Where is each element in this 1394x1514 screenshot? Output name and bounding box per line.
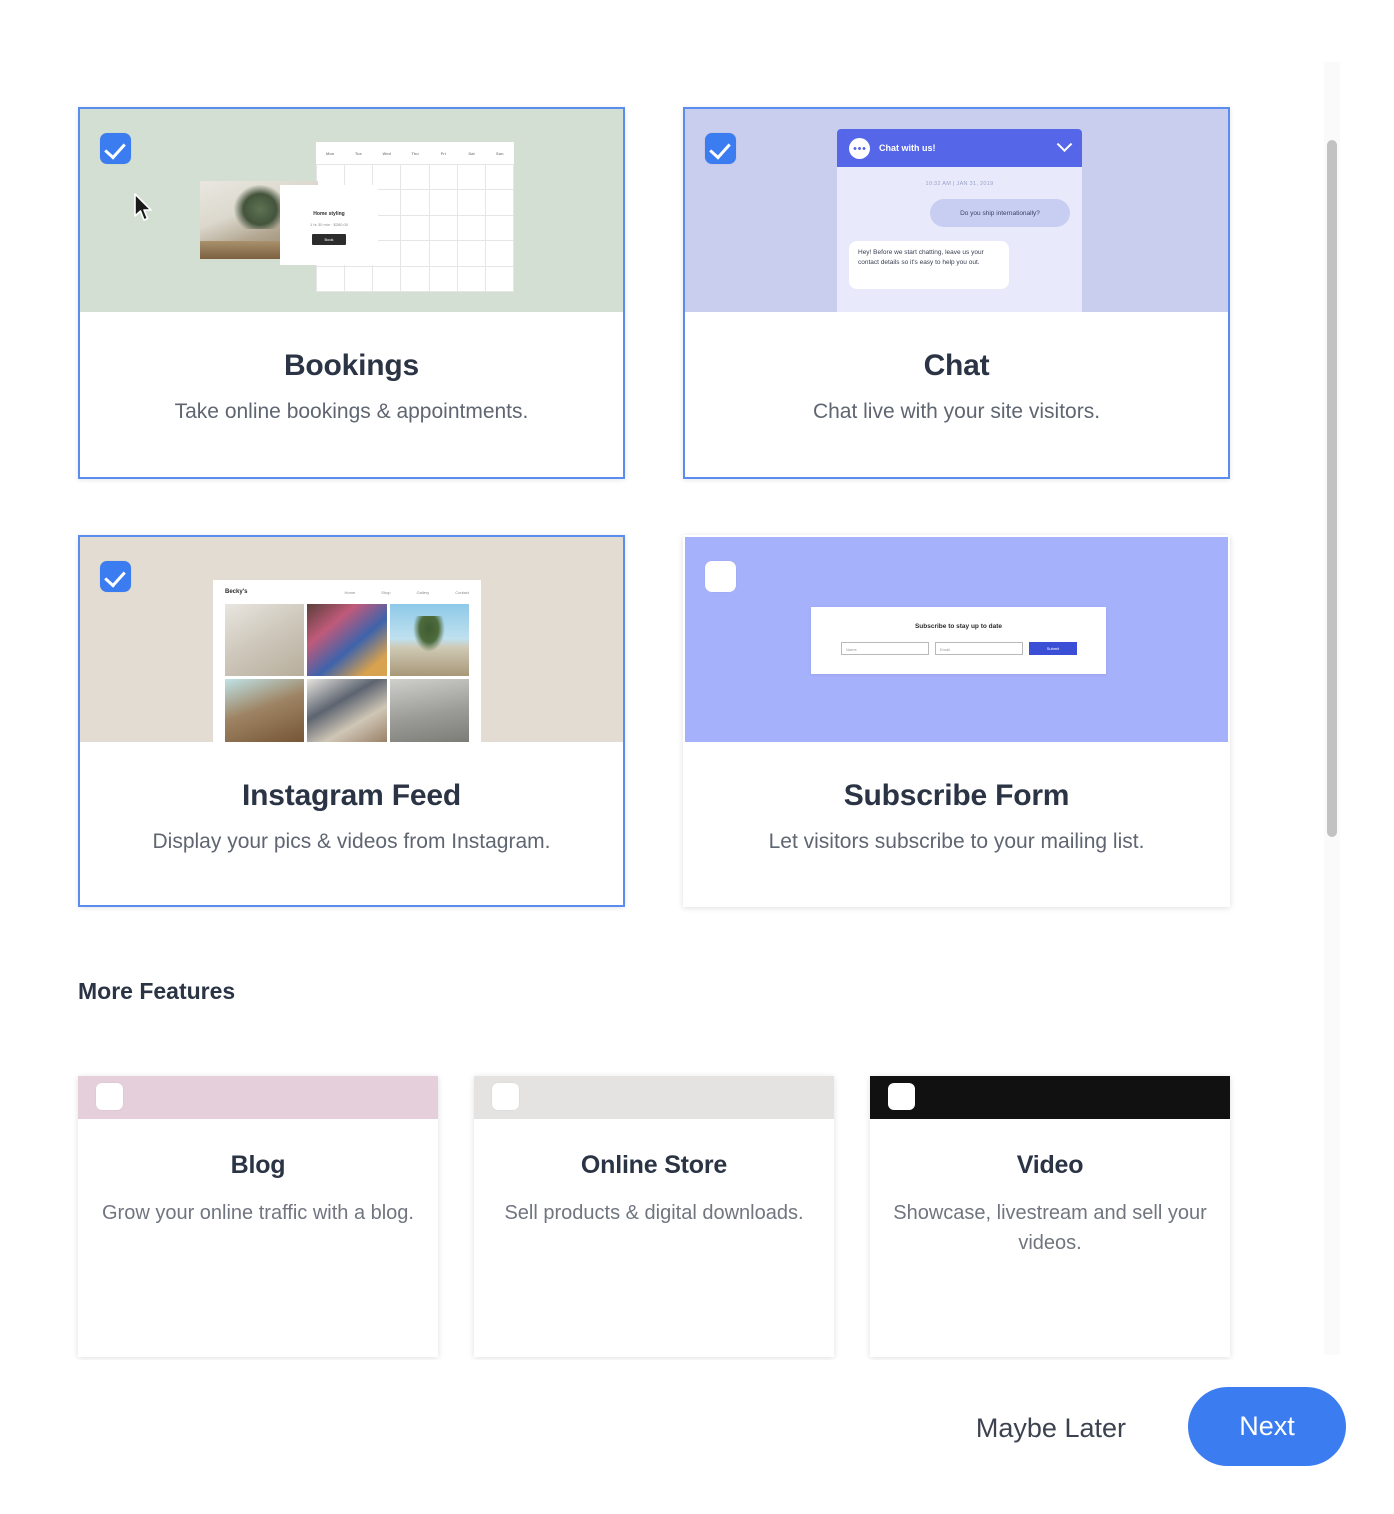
blog-title: Blog	[230, 1151, 286, 1179]
feature-card-blog[interactable]: Blog Grow your online traffic with a blo…	[78, 1076, 438, 1357]
maybe-later-button[interactable]: Maybe Later	[966, 1405, 1136, 1452]
bookings-description: Take online bookings & appointments.	[174, 400, 529, 423]
nav-link: Shop	[381, 589, 391, 595]
subscribe-submit-button: Submit	[1029, 642, 1077, 655]
nav-link: Gallery	[416, 589, 430, 595]
footer-bar: Maybe Later Next	[0, 1360, 1394, 1514]
chat-description: Chat live with your site visitors.	[812, 400, 1101, 423]
checkbox-bookings[interactable]	[100, 133, 131, 164]
scrollable-content: Mon Tue Wed Thu Fri Sat Sun Home styling…	[0, 0, 1320, 1360]
booking-detail-card: Home styling 1 hr 30 min · $280.00 Book	[280, 185, 378, 265]
subscribe-form-row: Name Email Submit	[841, 642, 1106, 655]
chat-timestamp: 10:32 AM | JAN 31, 2019	[925, 181, 994, 187]
checkbox-instagram-feed[interactable]	[100, 561, 131, 592]
online-store-description: Sell products & digital downloads.	[504, 1202, 804, 1224]
bookings-title: Bookings	[283, 349, 420, 382]
next-button[interactable]: Next	[1188, 1387, 1346, 1466]
online-store-title: Online Store	[580, 1151, 728, 1179]
feature-card-instagram-feed[interactable]: Becky's Home Shop Gallery Contact Instag…	[78, 535, 625, 907]
booking-service-title: Home styling	[313, 211, 345, 217]
instagram-site-window: Becky's Home Shop Gallery Contact	[213, 580, 481, 742]
online-store-banner	[474, 1076, 834, 1119]
bookings-preview-image: Mon Tue Wed Thu Fri Sat Sun Home styling…	[80, 109, 623, 312]
instagram-photo	[225, 679, 305, 742]
chat-visitor-message: Do you ship internationally?	[930, 199, 1070, 227]
instagram-title: Instagram Feed	[242, 779, 461, 812]
instagram-photo	[307, 604, 387, 676]
checkbox-blog[interactable]	[96, 1083, 123, 1110]
subscribe-title: Subscribe Form	[843, 779, 1070, 812]
instagram-photo	[389, 679, 469, 742]
instagram-card-body: Instagram Feed Display your pics & video…	[80, 742, 623, 855]
blog-banner	[78, 1076, 438, 1119]
weekday-label: Tue	[355, 150, 362, 156]
chat-mockup: Chat with us! 10:32 AM | JAN 31, 2019 Do…	[685, 109, 1228, 312]
instagram-nav-links: Home Shop Gallery Contact	[345, 590, 469, 595]
weekday-label: Mon	[326, 150, 335, 156]
video-title: Video	[1016, 1151, 1084, 1179]
instagram-mockup: Becky's Home Shop Gallery Contact	[80, 537, 623, 742]
instagram-photo	[307, 679, 387, 742]
instagram-description: Display your pics & videos from Instagra…	[152, 830, 551, 853]
checkbox-subscribe-form[interactable]	[705, 561, 736, 592]
online-store-card-body: Online Store Sell products & digital dow…	[474, 1119, 834, 1228]
video-card-body: Video Showcase, livestream and sell your…	[870, 1119, 1230, 1258]
feature-card-video[interactable]: Video Showcase, livestream and sell your…	[870, 1076, 1230, 1357]
weekday-label: Wed	[382, 150, 391, 156]
chat-avatar-icon	[849, 137, 870, 159]
chat-agent-message: Hey! Before we start chatting, leave us …	[849, 241, 1009, 289]
nav-link: Contact	[455, 589, 469, 595]
bookings-card-body: Bookings Take online bookings & appointm…	[80, 312, 623, 425]
chat-widget-header: Chat with us!	[837, 129, 1082, 167]
weekday-label: Thu	[411, 150, 419, 156]
subscribe-card-body: Subscribe Form Let visitors subscribe to…	[685, 742, 1228, 855]
instagram-photo-grid	[213, 604, 481, 742]
calendar-weekday-row: Mon Tue Wed Thu Fri Sat Sun	[316, 142, 514, 164]
instagram-site-nav: Becky's Home Shop Gallery Contact	[213, 580, 481, 604]
bookings-mockup: Mon Tue Wed Thu Fri Sat Sun Home styling…	[80, 109, 623, 312]
blog-description: Grow your online traffic with a blog.	[101, 1202, 414, 1224]
subscribe-name-field: Name	[841, 642, 929, 655]
chevron-down-icon	[1056, 135, 1073, 152]
chat-title: Chat	[923, 349, 990, 382]
feature-card-chat[interactable]: Chat with us! 10:32 AM | JAN 31, 2019 Do…	[683, 107, 1230, 479]
checkbox-online-store[interactable]	[492, 1083, 519, 1110]
subscribe-preview-image: Subscribe to stay up to date Name Email …	[685, 537, 1228, 742]
checkbox-video[interactable]	[888, 1083, 915, 1110]
nav-link: Home	[344, 589, 356, 595]
feature-selection-page: Mon Tue Wed Thu Fri Sat Sun Home styling…	[0, 0, 1394, 1514]
instagram-preview-image: Becky's Home Shop Gallery Contact	[80, 537, 623, 742]
feature-card-online-store[interactable]: Online Store Sell products & digital dow…	[474, 1076, 834, 1357]
booking-book-button: Book	[312, 234, 346, 245]
scrollbar-thumb[interactable]	[1327, 140, 1337, 837]
booking-service-meta: 1 hr 30 min · $280.00	[309, 222, 349, 227]
chat-header-title: Chat with us!	[879, 143, 936, 153]
blog-card-body: Blog Grow your online traffic with a blo…	[78, 1119, 438, 1228]
weekday-label: Sun	[496, 150, 504, 156]
instagram-photo	[225, 604, 305, 676]
subscribe-form-title: Subscribe to stay up to date	[914, 623, 1003, 630]
video-banner	[870, 1076, 1230, 1119]
subscribe-description: Let visitors subscribe to your mailing l…	[768, 830, 1145, 853]
subscribe-form-card: Subscribe to stay up to date Name Email …	[811, 607, 1106, 674]
checkbox-chat[interactable]	[705, 133, 736, 164]
weekday-label: Sat	[468, 150, 475, 156]
feature-card-subscribe-form[interactable]: Subscribe to stay up to date Name Email …	[683, 535, 1230, 907]
subscribe-mockup: Subscribe to stay up to date Name Email …	[685, 537, 1228, 742]
vertical-scrollbar[interactable]	[1324, 62, 1340, 1355]
chat-card-body: Chat Chat live with your site visitors.	[685, 312, 1228, 425]
subscribe-email-field: Email	[935, 642, 1023, 655]
weekday-label: Fri	[440, 150, 446, 156]
feature-card-bookings[interactable]: Mon Tue Wed Thu Fri Sat Sun Home styling…	[78, 107, 625, 479]
instagram-site-logo: Becky's	[225, 589, 248, 595]
more-features-heading: More Features	[78, 978, 236, 1004]
video-description: Showcase, livestream and sell your video…	[893, 1202, 1207, 1254]
chat-widget-window: Chat with us! 10:32 AM | JAN 31, 2019 Do…	[837, 129, 1082, 312]
chat-preview-image: Chat with us! 10:32 AM | JAN 31, 2019 Do…	[685, 109, 1228, 312]
instagram-photo	[389, 604, 469, 676]
